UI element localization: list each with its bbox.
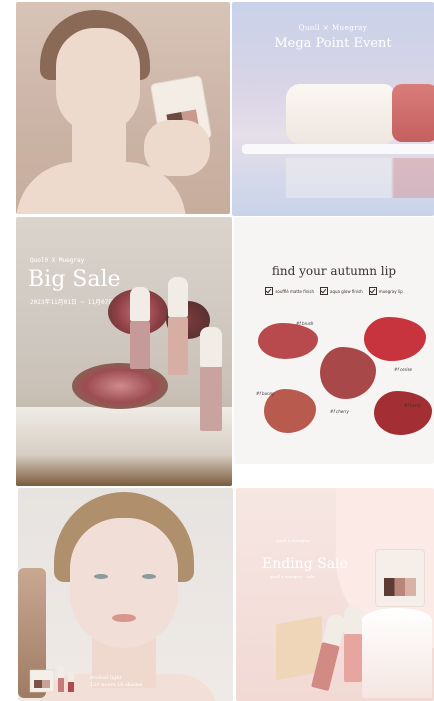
- model-eye: [94, 574, 108, 579]
- lip-title: find your autumn lip: [271, 264, 397, 278]
- sale-title: Big Sale: [28, 267, 121, 292]
- brand-label: Quol0 X Muegray: [30, 257, 85, 264]
- swatch-note: #f berry: [404, 403, 421, 408]
- lip-swatch: [258, 323, 318, 359]
- swatch-note: #f brush: [296, 321, 314, 326]
- finish-option: muegray lip: [368, 287, 403, 295]
- product-reflection: [286, 158, 434, 198]
- fig-fruit-half: [72, 363, 168, 409]
- finish-options: soufflé matte finish aqua glow finish mu…: [234, 287, 434, 295]
- swatch-note: #f bunny: [256, 391, 275, 396]
- sale-dates: 2023年11月01日 ~ 11月07日: [30, 299, 115, 306]
- lip-tube: [130, 287, 150, 369]
- model-hand: [144, 120, 210, 176]
- sale-subtitle: quoll x muegray · sale: [270, 574, 315, 579]
- lip-tube: [168, 277, 188, 375]
- post-tile-model-portrait[interactable]: trusted light 120 hours 16 shades: [18, 488, 233, 701]
- swatch-note: #f cerise: [394, 367, 412, 372]
- finish-option: aqua glow finish: [320, 287, 363, 295]
- lip-swatch: [374, 391, 432, 435]
- product-caption: trusted light 120 hours 16 shades: [90, 675, 143, 688]
- post-tile-ending-sale[interactable]: quoll × muegray Ending Sale quoll x mueg…: [236, 488, 434, 701]
- display-pedestal: [362, 608, 432, 698]
- brand-label: quoll × muegray: [276, 538, 310, 543]
- lip-swatch: [364, 317, 426, 361]
- post-tile-autumn-lip[interactable]: find your autumn lip soufflé matte finis…: [234, 217, 434, 464]
- lip-tube: [200, 327, 222, 431]
- lip-tube: [344, 606, 362, 682]
- brand-label: Quoll × Muegray: [298, 24, 368, 32]
- swatch-note: #f cherry: [330, 409, 349, 414]
- post-tile-model-with-palette[interactable]: [16, 2, 230, 214]
- glass-shelf: [242, 144, 434, 154]
- lip-swatch: [320, 347, 376, 399]
- finish-option: soufflé matte finish: [265, 287, 314, 295]
- post-tile-big-sale[interactable]: Quol0 X Muegray Big Sale 2023年11月01日 ~ 1…: [16, 217, 232, 486]
- model-lips: [112, 614, 136, 622]
- event-title: Mega Point Event: [274, 36, 392, 51]
- model-eye: [142, 574, 156, 579]
- model-face: [70, 518, 178, 648]
- eyeshadow-palette: [376, 550, 424, 606]
- checkbox-icon: [368, 287, 377, 295]
- product-group: [29, 666, 74, 693]
- post-tile-mega-point-event[interactable]: Quoll × Muegray Mega Point Event: [232, 2, 434, 216]
- checkbox-icon: [265, 287, 274, 295]
- palette-pans: [384, 578, 416, 596]
- sale-title: Ending Sale: [262, 556, 348, 572]
- product-bottle-red: [392, 84, 434, 142]
- checkbox-icon: [320, 287, 329, 295]
- model-face: [56, 28, 140, 134]
- product-bottle-light: [286, 84, 394, 144]
